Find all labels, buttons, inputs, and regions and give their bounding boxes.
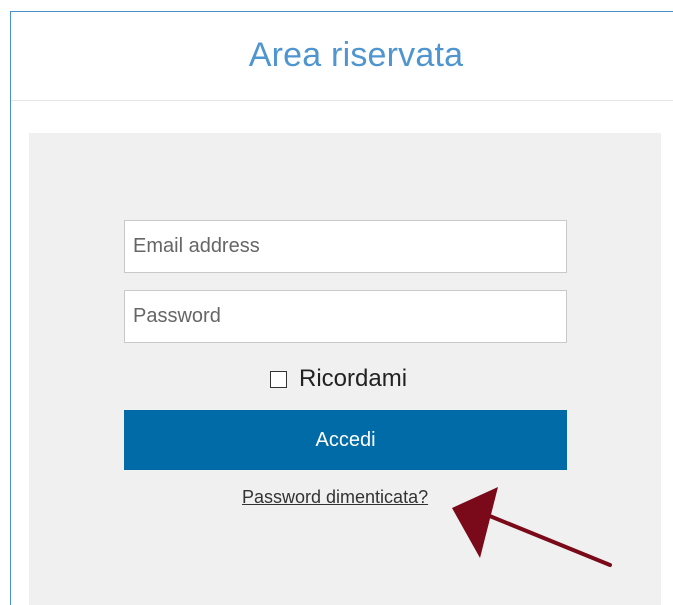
email-input[interactable] — [124, 220, 567, 273]
arrow-icon — [452, 487, 612, 567]
remember-checkbox[interactable] — [270, 370, 287, 388]
password-input[interactable] — [124, 290, 567, 343]
page-title: Area riservata — [248, 36, 464, 74]
header: Area riservata — [11, 12, 673, 101]
login-button[interactable]: Accedi — [124, 410, 567, 470]
forgot-password-link[interactable]: Password dimenticata? — [242, 487, 428, 508]
remember-label: Ricordami — [299, 365, 408, 392]
remember-me[interactable]: Ricordami — [270, 365, 407, 393]
login-page: Area riservata Ricordami Accedi Password… — [0, 0, 673, 605]
